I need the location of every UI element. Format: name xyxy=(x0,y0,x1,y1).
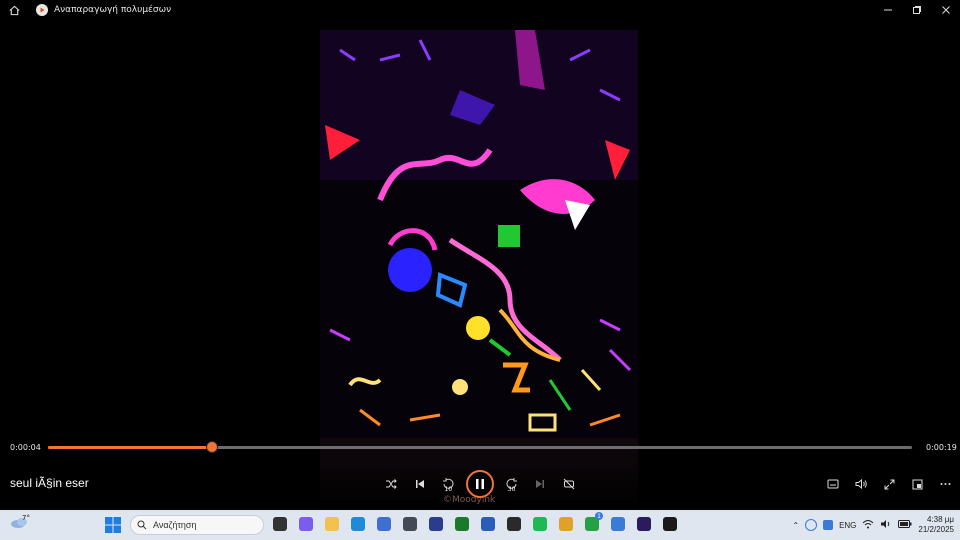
edge-icon xyxy=(351,517,365,531)
taskbar-app-media-player[interactable] xyxy=(660,513,680,535)
taskbar-app-premiere[interactable] xyxy=(634,513,654,535)
clock-date: 21/2/2025 xyxy=(918,525,954,534)
captions-icon xyxy=(827,479,839,489)
more-icon xyxy=(940,483,950,485)
taskbar-app-whatsapp[interactable]: 1 xyxy=(582,512,603,535)
mini-player-icon xyxy=(912,479,922,489)
captions-button[interactable] xyxy=(822,474,844,494)
restore-button[interactable] xyxy=(902,0,931,20)
seek-bar-fill xyxy=(48,446,213,449)
wifi-icon[interactable] xyxy=(862,519,874,531)
taskbar-search[interactable]: Αναζήτηση xyxy=(130,515,264,535)
language-indicator[interactable]: ENG xyxy=(839,521,856,530)
fullscreen-button[interactable] xyxy=(878,474,900,494)
shuffle-button[interactable] xyxy=(380,473,402,495)
skip-back-button[interactable]: 10 xyxy=(437,473,459,495)
search-icon xyxy=(137,520,147,530)
volume-icon xyxy=(855,478,867,490)
taskbar-apps: 1 xyxy=(270,512,680,537)
start-button[interactable] xyxy=(104,516,122,534)
previous-icon xyxy=(415,480,424,488)
mini-player-button[interactable] xyxy=(906,474,928,494)
word-icon xyxy=(481,517,495,531)
taskbar-app-xbox[interactable] xyxy=(452,513,472,535)
minimize-icon xyxy=(883,9,892,11)
neon-artwork-image xyxy=(320,30,638,438)
repeat-off-button[interactable] xyxy=(558,473,580,495)
chrome-like-icon xyxy=(559,517,573,531)
taskbar-app-copilot[interactable] xyxy=(296,513,316,535)
notification-badge: 1 xyxy=(595,512,603,520)
affinity-icon xyxy=(429,517,443,531)
close-button[interactable] xyxy=(931,0,960,20)
copilot-icon xyxy=(299,517,313,531)
home-icon xyxy=(9,5,19,15)
taskbar-app-file-explorer[interactable] xyxy=(322,513,342,535)
cube-app-icon xyxy=(403,517,417,531)
repeat-off-icon xyxy=(563,478,575,490)
restore-icon xyxy=(912,6,921,14)
skip-back-seconds: 10 xyxy=(444,486,453,493)
clock-time: 4:38 μμ xyxy=(926,515,954,524)
playback-controls: 10 30 xyxy=(380,470,580,498)
more-options-button[interactable] xyxy=(934,474,956,494)
store-icon xyxy=(377,517,391,531)
window-title: Αναπαραγωγή πολυμέσων xyxy=(54,5,172,15)
pause-button[interactable] xyxy=(465,470,494,498)
search-placeholder: Αναζήτηση xyxy=(153,520,197,530)
media-player-icon xyxy=(663,517,677,531)
shuffle-icon xyxy=(386,479,397,489)
tray-overflow-icon[interactable]: ⌃ xyxy=(792,521,799,530)
skip-forward-button[interactable]: 30 xyxy=(501,473,523,495)
now-playing-title: seul iÃ§in eser xyxy=(10,476,89,490)
video-frame[interactable] xyxy=(320,30,638,438)
taskbar-app-edge[interactable] xyxy=(348,513,368,535)
taskbar-app-word[interactable] xyxy=(478,513,498,535)
media-player-app-icon xyxy=(36,4,48,16)
sync-icon[interactable] xyxy=(805,519,818,531)
taskbar-app-task-view[interactable] xyxy=(270,513,290,535)
media-app-icon xyxy=(507,517,521,531)
taskbar-app-chrome-like[interactable] xyxy=(556,513,576,535)
previous-button[interactable] xyxy=(409,473,431,495)
taskbar-app-notes[interactable] xyxy=(608,513,628,535)
windows-icon xyxy=(105,517,121,533)
next-button[interactable] xyxy=(529,473,551,495)
fullscreen-icon xyxy=(884,479,894,489)
xbox-icon xyxy=(455,517,469,531)
system-tray: ⌃ ENG 4:38 μμ 21/2/2025 xyxy=(792,510,960,540)
taskbar-app-cube-app[interactable] xyxy=(400,513,420,535)
close-icon xyxy=(941,6,950,14)
taskbar-app-affinity[interactable] xyxy=(426,513,446,535)
title-bar: Αναπαραγωγή πολυμέσων xyxy=(0,0,960,20)
volume-button[interactable] xyxy=(850,474,872,494)
weather-temp: 7° xyxy=(22,514,30,522)
pause-icon xyxy=(475,479,484,489)
security-icon[interactable] xyxy=(823,520,834,530)
total-duration: 0:00:19 xyxy=(926,443,957,452)
home-button[interactable] xyxy=(0,0,28,20)
weather-widget[interactable]: 7° xyxy=(10,514,40,536)
spotify-icon xyxy=(533,517,547,531)
notes-icon xyxy=(611,517,625,531)
taskbar-app-spotify[interactable] xyxy=(530,513,550,535)
secondary-controls xyxy=(822,474,956,494)
battery-icon[interactable] xyxy=(898,520,912,530)
seek-bar-thumb[interactable] xyxy=(206,441,219,453)
taskbar-app-media-app[interactable] xyxy=(504,513,524,535)
file-explorer-icon xyxy=(325,517,339,531)
task-view-icon xyxy=(273,517,287,531)
seek-bar[interactable] xyxy=(48,441,912,453)
minimize-button[interactable] xyxy=(873,0,902,20)
clock[interactable]: 4:38 μμ 21/2/2025 xyxy=(918,515,954,535)
skip-forward-seconds: 30 xyxy=(507,486,516,493)
next-icon xyxy=(536,480,545,488)
elapsed-time: 0:00:04 xyxy=(10,443,41,452)
speaker-icon[interactable] xyxy=(880,519,892,531)
premiere-icon xyxy=(637,517,651,531)
taskbar-app-store[interactable] xyxy=(374,513,394,535)
